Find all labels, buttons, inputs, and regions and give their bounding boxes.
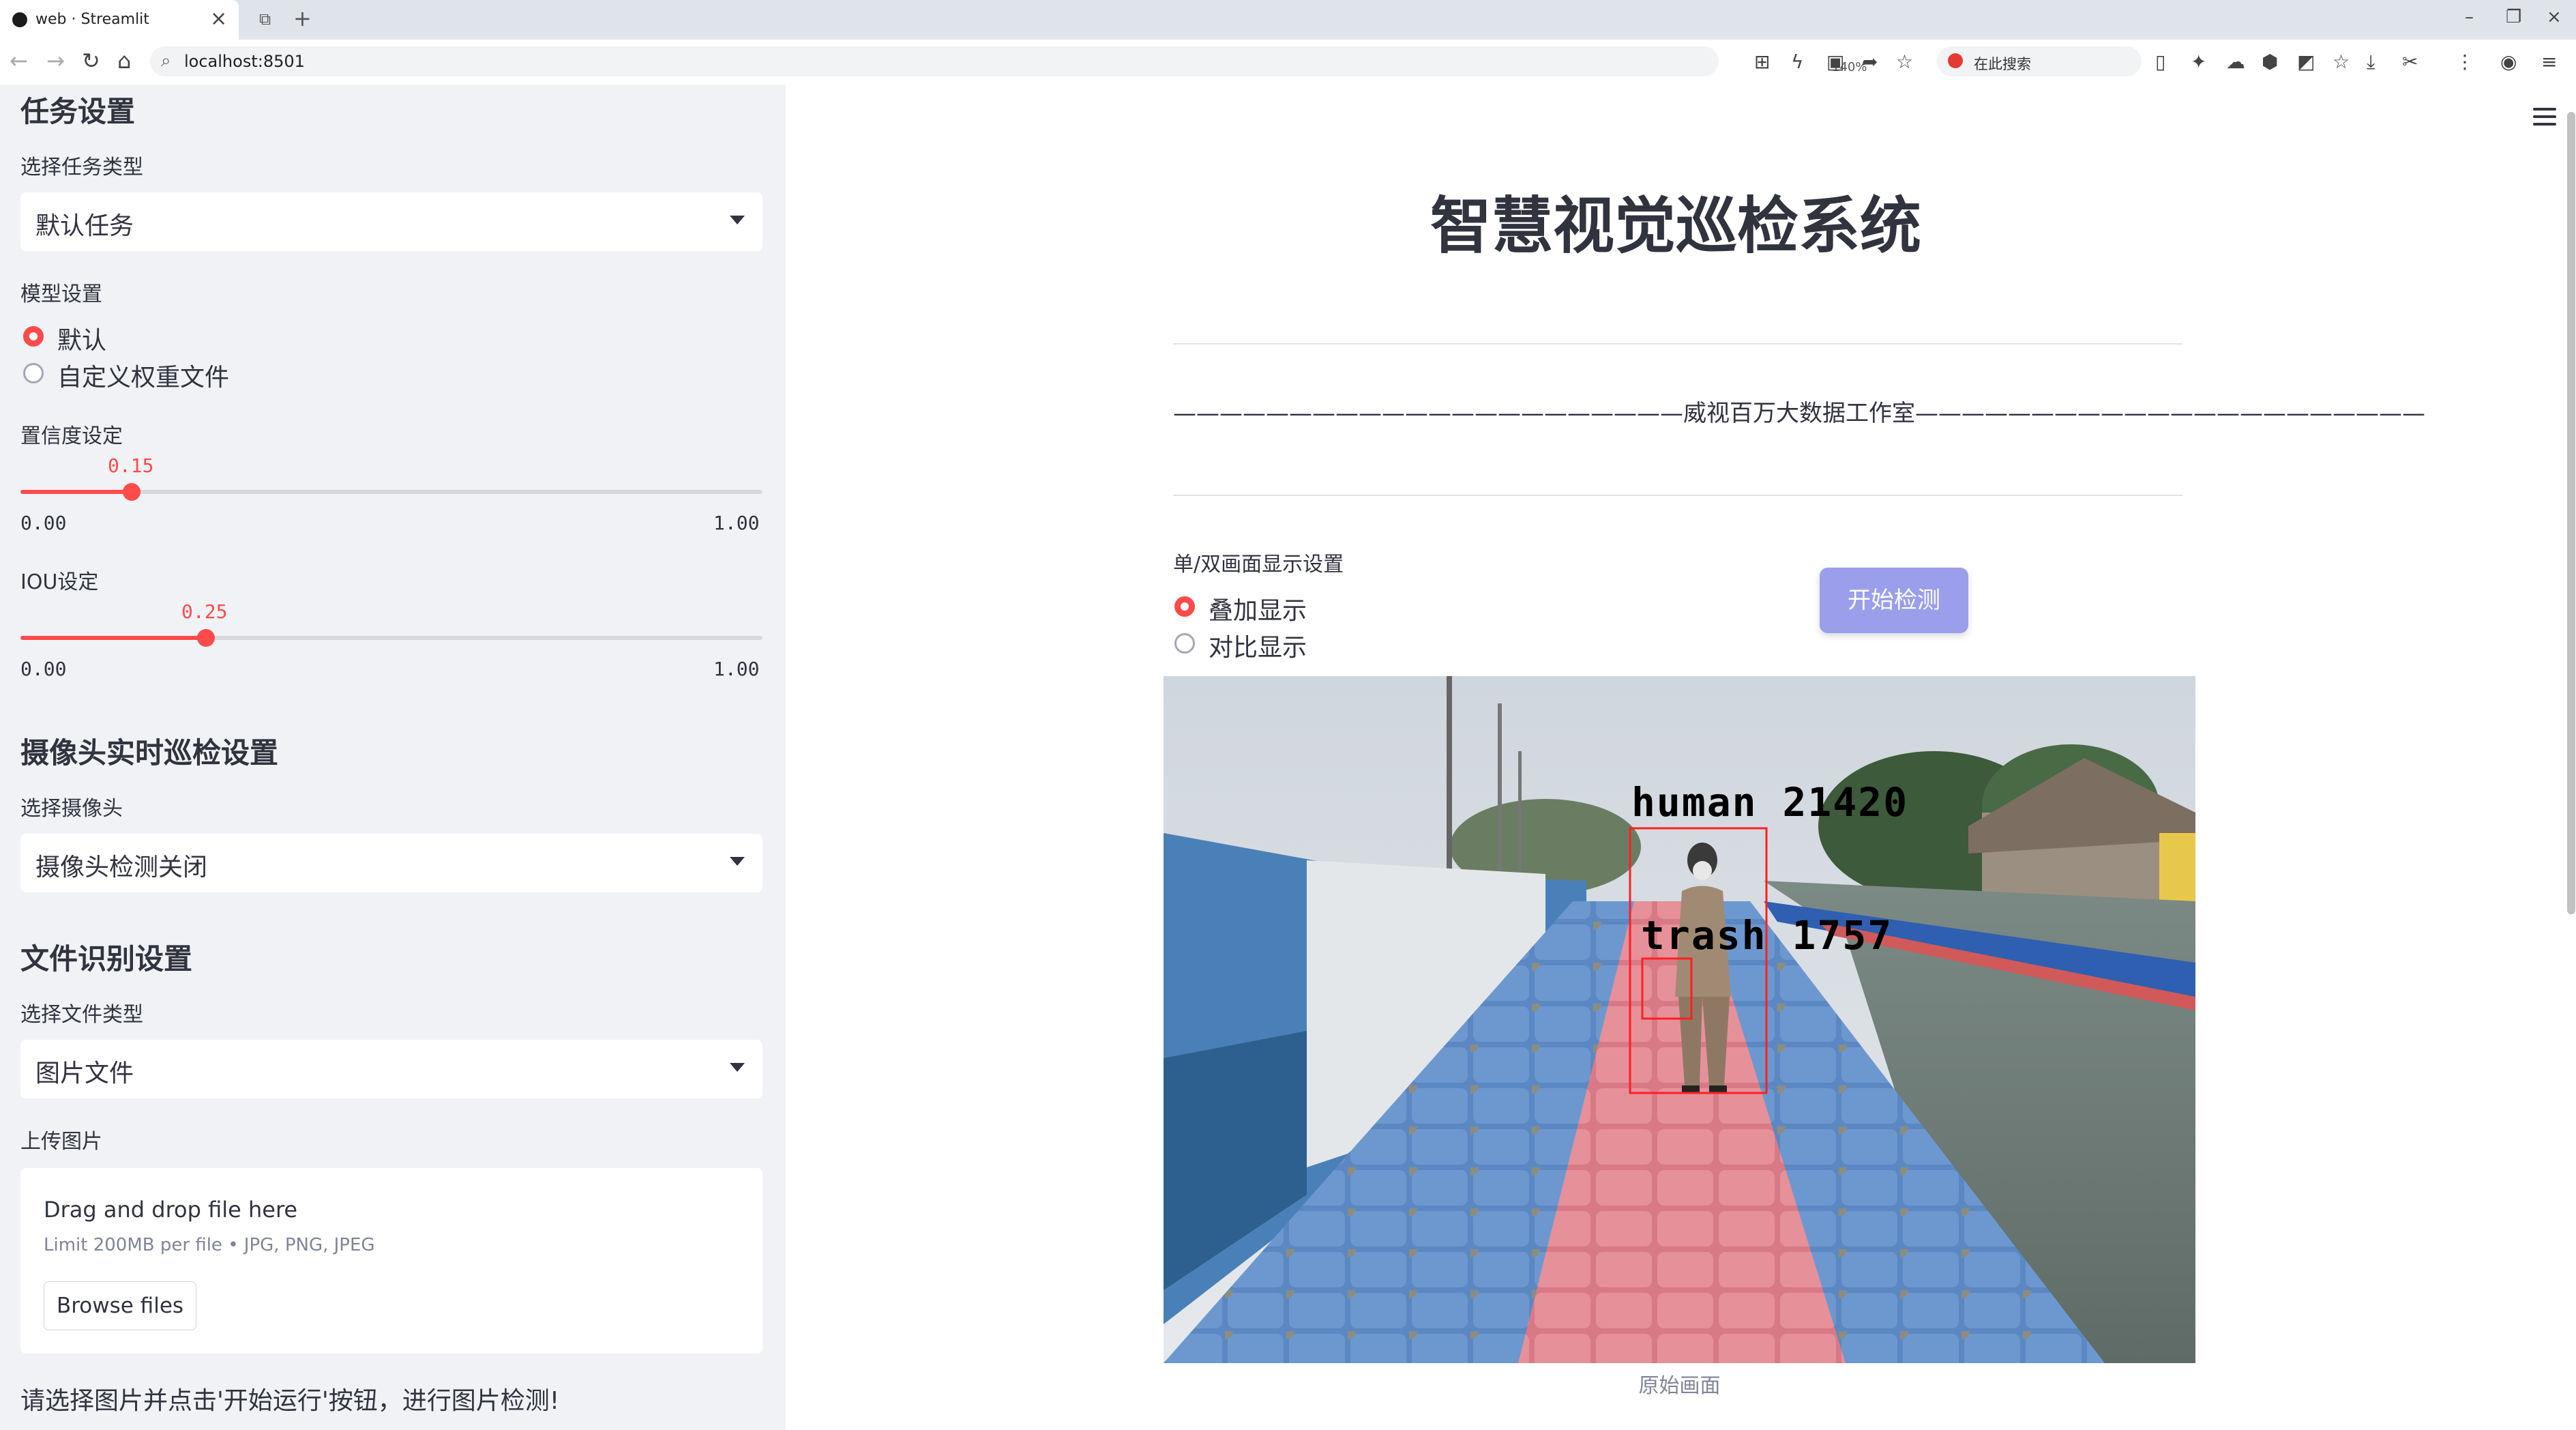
file-type-label: 选择文件类型	[20, 1003, 143, 1027]
task-type-value: 默认任务	[35, 212, 134, 240]
window-close-icon[interactable]: ×	[2547, 7, 2562, 27]
page-subtitle: ——————————————————————威视百万大数据工作室————————…	[1173, 400, 2425, 427]
lightning-icon[interactable]: ϟ	[1791, 50, 1803, 73]
start-detection-button[interactable]: 开始检测	[1820, 568, 1968, 633]
address-bar: ← → ↻ ⌂ ⌕ localhost:8501 140% ⊞ ϟ ▣ ➦ ☆ …	[0, 40, 2576, 85]
display-mode-label: 单/双画面显示设置	[1173, 553, 1344, 577]
model-option-custom[interactable]: 自定义权重文件	[57, 358, 229, 393]
confidence-slider[interactable]	[20, 483, 763, 501]
divider	[1173, 343, 2182, 345]
image-caption: 原始画面	[1638, 1374, 1721, 1398]
confidence-slider-thumb[interactable]	[123, 483, 140, 501]
browser-tab-bar: web · Streamlit × ⧉ + – ❐ ×	[0, 0, 2576, 40]
detection-result-image: human 21420 trash 1757	[1164, 676, 2195, 1363]
chevron-down-icon	[730, 857, 745, 866]
puzzle-icon[interactable]: ⬢	[2262, 50, 2278, 73]
chevron-down-icon	[730, 1063, 745, 1072]
iou-slider[interactable]	[20, 629, 763, 647]
url-field[interactable]: ⌕ localhost:8501 140%	[150, 46, 1867, 76]
display-option-overlay[interactable]: 叠加显示	[1209, 591, 1307, 626]
camera-value: 摄像头检测关闭	[35, 853, 208, 881]
tab-title: web · Streamlit	[35, 11, 149, 28]
iou-value: 0.25	[181, 600, 228, 623]
camera-select[interactable]: 摄像头检测关闭	[20, 834, 763, 892]
home-icon[interactable]: ⌂	[117, 48, 131, 74]
confidence-min: 0.00	[20, 512, 67, 534]
page-title: 智慧视觉巡检系统	[1430, 190, 1921, 262]
iou-max: 1.00	[713, 658, 760, 680]
extension-icon[interactable]: ✦	[2191, 50, 2206, 73]
file-dropzone[interactable]: Drag and drop file here Limit 200MB per …	[20, 1168, 763, 1354]
lock-icon: ⌕	[161, 50, 171, 71]
favorite-star-icon[interactable]: ☆	[1896, 50, 1913, 73]
trash-detection-label: trash 1757	[1641, 912, 1893, 959]
display-radio-overlay[interactable]	[1174, 596, 1195, 617]
browser-search-box[interactable]: 在此搜索	[1937, 46, 2142, 76]
new-tab-icon[interactable]: +	[293, 5, 312, 31]
dropzone-title: Drag and drop file here	[44, 1197, 298, 1223]
share-icon[interactable]: ➦	[1862, 50, 1878, 73]
more-vertical-icon[interactable]: ⋮	[2455, 50, 2474, 73]
phone-icon[interactable]: ▯	[2155, 50, 2165, 73]
iou-slider-fill	[20, 636, 206, 640]
camera-section-heading: 摄像头实时巡检设置	[20, 736, 279, 770]
back-icon[interactable]: ←	[10, 48, 28, 74]
browser-menu-icon[interactable]: ≡	[2541, 50, 2557, 73]
sidebar: 任务设置 选择任务类型 默认任务 模型设置 默认 自定义权重文件 置信度设定 0…	[0, 85, 786, 1430]
restore-icon[interactable]: ❐	[2506, 7, 2521, 27]
chevron-down-icon	[730, 216, 745, 224]
upload-label: 上传图片	[20, 1130, 102, 1154]
reload-icon[interactable]: ↻	[82, 48, 100, 74]
model-label: 模型设置	[20, 282, 102, 306]
file-section-heading: 文件识别设置	[20, 942, 193, 976]
download-icon[interactable]: ⤓	[2367, 50, 2375, 74]
screenshot-icon[interactable]: ▣	[1826, 50, 1844, 73]
scrollbar[interactable]	[2567, 112, 2575, 914]
confidence-label: 置信度设定	[20, 424, 123, 448]
model-radio-default[interactable]	[23, 326, 44, 347]
confidence-value: 0.15	[108, 454, 154, 477]
app-menu-icon[interactable]	[2533, 108, 2556, 130]
translate-icon[interactable]: ⊞	[1754, 50, 1770, 73]
app-icon[interactable]: ◩	[2297, 50, 2315, 73]
search-placeholder: 在此搜索	[1974, 56, 2031, 72]
profile-avatar-icon[interactable]: ◉	[2500, 50, 2517, 73]
display-option-compare[interactable]: 对比显示	[1209, 628, 1307, 663]
task-section-heading: 任务设置	[20, 95, 136, 128]
human-detection-label: human 21420	[1631, 779, 1908, 826]
confidence-max: 1.00	[713, 512, 760, 534]
cut-icon[interactable]: ✂	[2402, 50, 2418, 73]
url-text[interactable]: localhost:8501	[184, 52, 305, 71]
iou-slider-thumb[interactable]	[197, 629, 215, 647]
browse-files-button[interactable]: Browse files	[44, 1281, 196, 1330]
main-content: 智慧视觉巡检系统 ——————————————————————威视百万大数据工作…	[786, 85, 2576, 1430]
dropzone-limit: Limit 200MB per file • JPG, PNG, JPEG	[44, 1235, 375, 1255]
divider	[1173, 495, 2182, 496]
file-type-select[interactable]: 图片文件	[20, 1040, 763, 1098]
model-radio-custom[interactable]	[23, 363, 44, 383]
camera-label: 选择摄像头	[20, 797, 123, 821]
forward-icon[interactable]: →	[46, 48, 65, 74]
iou-min: 0.00	[20, 658, 67, 680]
search-engine-icon	[1948, 53, 1963, 68]
model-option-default[interactable]: 默认	[57, 321, 106, 356]
streamlit-favicon-icon	[12, 12, 27, 27]
cloud-icon[interactable]: ☁	[2226, 50, 2245, 73]
display-radio-compare[interactable]	[1174, 633, 1195, 654]
tab-close-icon[interactable]: ×	[210, 7, 227, 31]
iou-label: IOU设定	[20, 570, 99, 594]
minimize-icon[interactable]: –	[2465, 7, 2474, 27]
confidence-slider-fill	[20, 490, 132, 494]
tab-groups-icon[interactable]: ⧉	[259, 10, 271, 29]
task-type-select[interactable]: 默认任务	[20, 192, 763, 251]
sidebar-tip: 请选择图片并点击'开始运行'按钮，进行图片检测!	[20, 1387, 560, 1415]
file-type-value: 图片文件	[35, 1060, 134, 1088]
task-type-label: 选择任务类型	[20, 156, 143, 179]
browser-tab[interactable]: web · Streamlit ×	[0, 0, 239, 40]
bookmark-star-icon[interactable]: ☆	[2333, 50, 2350, 73]
